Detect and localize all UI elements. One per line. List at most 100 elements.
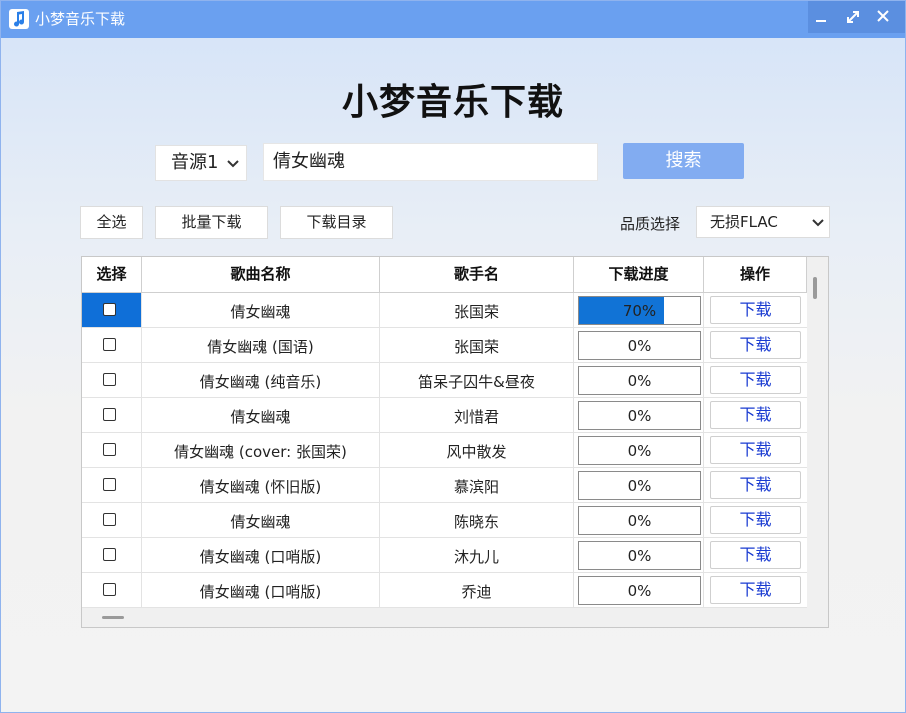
action-cell: 下载 bbox=[704, 433, 807, 467]
row-select-cell[interactable] bbox=[82, 433, 142, 467]
action-cell: 下载 bbox=[704, 573, 807, 607]
row-checkbox[interactable] bbox=[103, 583, 116, 596]
download-button[interactable]: 下载 bbox=[710, 366, 801, 394]
progress-text: 0% bbox=[627, 407, 652, 425]
row-checkbox[interactable] bbox=[103, 443, 116, 456]
window-title: 小梦音乐下载 bbox=[35, 10, 126, 28]
table-row[interactable]: 倩女幽魂 (国语) 张国荣 0% 下载 bbox=[82, 328, 807, 363]
row-checkbox[interactable] bbox=[103, 408, 116, 421]
download-button[interactable]: 下载 bbox=[710, 436, 801, 464]
download-progress-bar: 0% bbox=[578, 331, 701, 360]
table-row[interactable]: 倩女幽魂 陈晓东 0% 下载 bbox=[82, 503, 807, 538]
download-progress-bar: 0% bbox=[578, 506, 701, 535]
artist-name: 张国荣 bbox=[380, 293, 574, 327]
column-header-select[interactable]: 选择 bbox=[82, 257, 142, 292]
download-directory-button[interactable]: 下载目录 bbox=[280, 206, 393, 239]
row-select-cell[interactable] bbox=[82, 398, 142, 432]
row-select-cell[interactable] bbox=[82, 363, 142, 397]
row-checkbox[interactable] bbox=[103, 548, 116, 561]
chevron-down-icon bbox=[227, 160, 239, 168]
source-select[interactable]: 音源1 bbox=[155, 145, 247, 181]
close-button[interactable] bbox=[868, 1, 898, 33]
row-checkbox[interactable] bbox=[103, 513, 116, 526]
minimize-icon bbox=[816, 20, 826, 22]
quality-select[interactable]: 无损FLAC bbox=[696, 206, 830, 238]
row-select-cell[interactable] bbox=[82, 538, 142, 572]
horizontal-scrollbar[interactable] bbox=[102, 616, 124, 619]
download-button[interactable]: 下载 bbox=[710, 331, 801, 359]
download-button[interactable]: 下载 bbox=[710, 401, 801, 429]
row-select-cell[interactable] bbox=[82, 293, 142, 327]
app-window: 小梦音乐下载 小梦音乐下载 音源1 倩女幽魂 搜索 全选 批量下载 下载目录 品… bbox=[0, 0, 906, 713]
download-button[interactable]: 下载 bbox=[710, 471, 801, 499]
action-cell: 下载 bbox=[704, 293, 807, 327]
table-row[interactable]: 倩女幽魂 (口哨版) 沐九儿 0% 下载 bbox=[82, 538, 807, 573]
artist-name: 刘惜君 bbox=[380, 398, 574, 432]
song-table: 选择 歌曲名称 歌手名 下载进度 操作 倩女幽魂 张国荣 70% 下载 倩女幽魂 (国语… bbox=[81, 256, 829, 628]
song-name: 倩女幽魂 bbox=[142, 398, 380, 432]
progress-text: 0% bbox=[627, 582, 652, 600]
column-header-artist[interactable]: 歌手名 bbox=[380, 257, 574, 292]
quality-label: 品质选择 bbox=[620, 215, 681, 233]
table-row[interactable]: 倩女幽魂 (怀旧版) 慕滨阳 0% 下载 bbox=[82, 468, 807, 503]
row-checkbox[interactable] bbox=[103, 373, 116, 386]
chevron-down-icon bbox=[812, 219, 824, 227]
download-progress-bar: 0% bbox=[578, 436, 701, 465]
artist-name: 沐九儿 bbox=[380, 538, 574, 572]
table-row[interactable]: 倩女幽魂 (纯音乐) 笛呆子囚牛&昼夜 0% 下载 bbox=[82, 363, 807, 398]
table-row[interactable]: 倩女幽魂 刘惜君 0% 下载 bbox=[82, 398, 807, 433]
table-row[interactable]: 倩女幽魂 (cover: 张国荣) 风中散发 0% 下载 bbox=[82, 433, 807, 468]
quality-select-value: 无损FLAC bbox=[710, 213, 778, 231]
action-cell: 下载 bbox=[704, 363, 807, 397]
song-name: 倩女幽魂 (纯音乐) bbox=[142, 363, 380, 397]
search-button[interactable]: 搜索 bbox=[623, 143, 744, 179]
progress-cell: 0% bbox=[574, 398, 704, 432]
progress-text: 0% bbox=[627, 372, 652, 390]
download-button[interactable]: 下载 bbox=[710, 506, 801, 534]
song-name: 倩女幽魂 (cover: 张国荣) bbox=[142, 433, 380, 467]
row-checkbox[interactable] bbox=[103, 338, 116, 351]
artist-name: 乔迪 bbox=[380, 573, 574, 607]
minimize-button[interactable] bbox=[806, 1, 836, 33]
download-button[interactable]: 下载 bbox=[710, 296, 801, 324]
table-row[interactable]: 倩女幽魂 (口哨版) 乔迪 0% 下载 bbox=[82, 573, 807, 608]
song-name: 倩女幽魂 bbox=[142, 503, 380, 537]
select-all-button[interactable]: 全选 bbox=[80, 206, 143, 239]
progress-cell: 0% bbox=[574, 573, 704, 607]
song-name: 倩女幽魂 (怀旧版) bbox=[142, 468, 380, 502]
vertical-scrollbar[interactable] bbox=[813, 277, 817, 299]
maximize-icon bbox=[847, 11, 859, 23]
progress-text: 0% bbox=[627, 477, 652, 495]
action-cell: 下载 bbox=[704, 328, 807, 362]
artist-name: 风中散发 bbox=[380, 433, 574, 467]
action-cell: 下载 bbox=[704, 503, 807, 537]
song-name: 倩女幽魂 (口哨版) bbox=[142, 573, 380, 607]
progress-text: 0% bbox=[627, 512, 652, 530]
download-button[interactable]: 下载 bbox=[710, 541, 801, 569]
progress-cell: 0% bbox=[574, 363, 704, 397]
column-header-action[interactable]: 操作 bbox=[704, 257, 807, 292]
row-select-cell[interactable] bbox=[82, 573, 142, 607]
row-select-cell[interactable] bbox=[82, 468, 142, 502]
progress-cell: 0% bbox=[574, 433, 704, 467]
action-cell: 下载 bbox=[704, 468, 807, 502]
batch-download-button[interactable]: 批量下载 bbox=[155, 206, 268, 239]
title-bar[interactable]: 小梦音乐下载 bbox=[1, 1, 905, 38]
progress-cell: 0% bbox=[574, 538, 704, 572]
progress-text: 0% bbox=[627, 547, 652, 565]
row-select-cell[interactable] bbox=[82, 328, 142, 362]
row-select-cell[interactable] bbox=[82, 503, 142, 537]
column-header-song[interactable]: 歌曲名称 bbox=[142, 257, 380, 292]
action-cell: 下载 bbox=[704, 398, 807, 432]
row-checkbox[interactable] bbox=[103, 478, 116, 491]
progress-cell: 70% bbox=[574, 293, 704, 327]
search-input[interactable]: 倩女幽魂 bbox=[263, 143, 598, 181]
download-progress-bar: 0% bbox=[578, 366, 701, 395]
column-header-progress[interactable]: 下载进度 bbox=[574, 257, 704, 292]
download-button[interactable]: 下载 bbox=[710, 576, 801, 604]
download-progress-bar: 0% bbox=[578, 401, 701, 430]
maximize-button[interactable] bbox=[838, 1, 868, 33]
row-checkbox[interactable] bbox=[103, 303, 116, 316]
music-note-icon bbox=[9, 9, 29, 29]
table-row[interactable]: 倩女幽魂 张国荣 70% 下载 bbox=[82, 293, 807, 328]
